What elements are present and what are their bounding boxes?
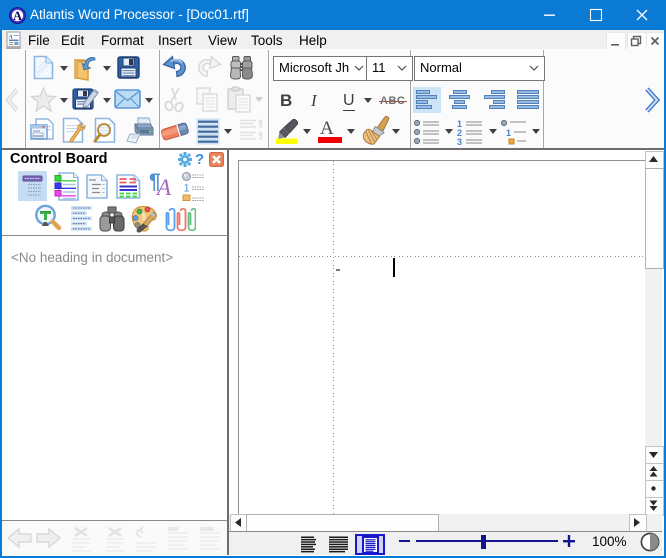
svg-text:1: 1	[184, 183, 190, 195]
svg-text:3: 3	[457, 137, 462, 145]
svg-text:1: 1	[506, 128, 511, 138]
svg-text:A: A	[8, 34, 14, 41]
svg-text:A: A	[13, 9, 22, 23]
